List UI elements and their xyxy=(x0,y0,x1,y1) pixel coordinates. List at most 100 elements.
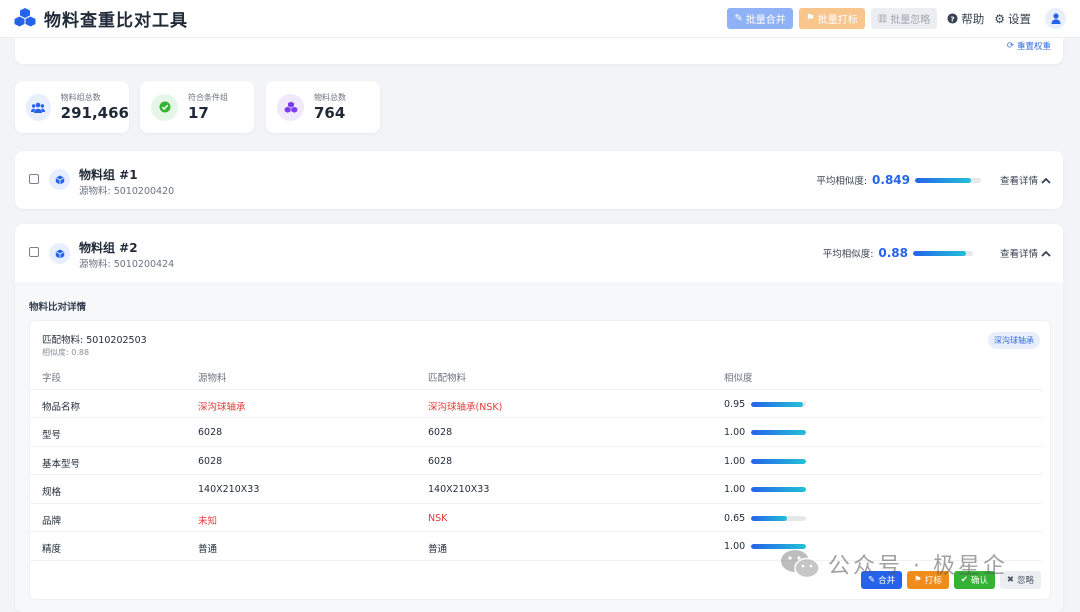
batch-merge-label: 批量合并 xyxy=(745,15,786,26)
match-cell: 6028 xyxy=(428,427,453,438)
source-cell: 6028 xyxy=(198,455,223,467)
table-header-row: 字段 源物料 匹配物料 相似度 xyxy=(30,361,1042,390)
similarity-fill xyxy=(751,515,787,521)
group-header[interactable]: 物料组 #1 源物料: 5010200420 平均相似度: 0.849 查看详情 xyxy=(15,151,1063,209)
similarity-fill xyxy=(751,430,807,435)
avg-similarity-bar xyxy=(913,250,973,256)
group-title: 物料组 #1 xyxy=(79,168,138,182)
similarity-bar xyxy=(751,430,807,435)
filter-panel: ⟳ 重置权重 xyxy=(15,38,1063,64)
match-similarity: 相似度: 0.88 xyxy=(42,348,90,357)
app-title: 物料查重比对工具 xyxy=(44,11,188,31)
batch-tag-label: 批量打标 xyxy=(817,15,858,26)
batch-ignore-button[interactable]: ▥ 批量忽略 xyxy=(870,8,938,29)
confirm-button[interactable]: ✔ 确认 xyxy=(953,571,995,589)
view-details-label: 查看详情 xyxy=(999,249,1038,260)
tag-icon: ⚑ xyxy=(805,13,815,24)
similarity-cell: 1.00 xyxy=(724,484,807,495)
field-cell: 精度 xyxy=(42,544,62,555)
ignore-button[interactable]: ✖ 忽略 xyxy=(999,571,1041,589)
source-cell: 未知 xyxy=(198,515,218,527)
similarity-bar xyxy=(751,401,807,407)
avg-similarity-label: 平均相似度: xyxy=(816,176,868,187)
table-row: 型号 6028 6028 1.00 xyxy=(30,418,1042,447)
tag-icon: ⚑ xyxy=(914,575,922,585)
avg-similarity-fill xyxy=(915,177,972,183)
field-cell: 物品名称 xyxy=(42,401,81,413)
avg-similarity-label: 平均相似度: xyxy=(822,249,874,260)
column-header: 相似度 xyxy=(724,373,753,384)
cubes-logo-icon xyxy=(14,7,36,31)
refresh-icon: ⟳ xyxy=(1006,41,1014,51)
stat-label: 物料组总数 xyxy=(60,93,101,102)
avg-similarity: 平均相似度: 0.88 xyxy=(823,246,973,260)
cube-icon xyxy=(49,169,70,190)
field-cell: 型号 xyxy=(42,430,62,441)
stat-card-materials: 物料总数 764 xyxy=(266,81,380,133)
source-cell: 6028 xyxy=(198,427,223,438)
cube-icon xyxy=(49,243,70,264)
stat-value: 17 xyxy=(188,104,209,122)
close-icon: ✖ xyxy=(1006,575,1014,585)
match-cell: 深沟球轴承(NSK) xyxy=(428,401,503,413)
material-group-1: 物料组 #1 源物料: 5010200420 平均相似度: 0.849 查看详情 xyxy=(15,151,1063,209)
question-circle-icon: ? xyxy=(947,13,958,24)
similarity-fill xyxy=(751,544,807,549)
similarity-bar xyxy=(751,544,807,549)
user-avatar[interactable] xyxy=(1045,8,1066,29)
row-actions: ✎ 合并 ⚑ 打标 ✔ 确认 ✖ 忽略 xyxy=(860,571,1041,589)
confirm-label: 确认 xyxy=(970,576,988,586)
chevron-up-icon xyxy=(1041,250,1051,257)
svg-text:?: ? xyxy=(951,14,955,23)
column-header: 匹配物料 xyxy=(428,373,467,384)
similarity-fill xyxy=(751,401,804,407)
help-link[interactable]: ? 帮助 xyxy=(947,11,984,27)
group-header[interactable]: 物料组 #2 源物料: 5010200424 平均相似度: 0.88 查看详情 xyxy=(15,224,1063,282)
comparison-table: 字段 源物料 匹配物料 相似度 物品名称 深沟球轴承 深沟球轴承(NSK) 0.95 型… xyxy=(30,361,1042,561)
similarity-value: 0.95 xyxy=(724,398,746,410)
match-cell: 普通 xyxy=(428,544,448,555)
match-code: 匹配物料: 5010202503 xyxy=(42,335,147,346)
gear-icon: ⚙ xyxy=(994,11,1005,26)
reset-weights-link[interactable]: ⟳ 重置权重 xyxy=(1007,40,1051,52)
stat-value: 764 xyxy=(314,104,346,122)
material-group-2: 物料组 #2 源物料: 5010200424 平均相似度: 0.88 查看详情 … xyxy=(15,224,1063,612)
similarity-value: 1.00 xyxy=(724,541,746,552)
view-details-link[interactable]: 查看详情 xyxy=(1000,173,1051,187)
group-title: 物料组 #2 xyxy=(79,241,138,255)
group-checkbox[interactable] xyxy=(29,174,39,184)
source-cell: 140X210X33 xyxy=(198,484,260,495)
table-row: 物品名称 深沟球轴承 深沟球轴承(NSK) 0.95 xyxy=(30,390,1042,418)
similarity-bar xyxy=(751,458,807,464)
group-checkbox[interactable] xyxy=(29,247,39,257)
table-row: 基本型号 6028 6028 1.00 xyxy=(30,447,1042,475)
similarity-value: 0.65 xyxy=(724,512,746,524)
avg-similarity: 平均相似度: 0.849 xyxy=(816,173,981,187)
view-details-link[interactable]: 查看详情 xyxy=(1000,246,1051,260)
similarity-cell: 1.00 xyxy=(724,427,807,438)
group-source: 源物料: 5010200420 xyxy=(79,186,175,197)
merge-button[interactable]: ✎ 合并 xyxy=(860,571,903,589)
merge-label: 合并 xyxy=(878,576,896,586)
match-cell: NSK xyxy=(428,512,448,524)
match-cell: 6028 xyxy=(428,455,453,467)
user-icon xyxy=(1051,13,1060,24)
settings-link[interactable]: ⚙ 设置 xyxy=(994,11,1031,27)
similarity-cell: 0.65 xyxy=(724,512,807,524)
table-row: 精度 普通 普通 1.00 xyxy=(30,532,1042,561)
similarity-cell: 0.95 xyxy=(724,398,807,410)
avg-similarity-value: 0.849 xyxy=(872,173,910,187)
batch-ignore-label: 批量忽略 xyxy=(890,15,931,26)
batch-tag-button[interactable]: ⚑ 批量打标 xyxy=(798,8,865,29)
similarity-cell: 1.00 xyxy=(724,541,807,552)
stat-value: 291,466 xyxy=(60,104,129,122)
avg-similarity-bar xyxy=(915,177,981,183)
batch-merge-button[interactable]: ✎ 批量合并 xyxy=(727,8,793,29)
users-icon xyxy=(26,93,51,121)
trash-icon: ▥ xyxy=(877,13,888,24)
similarity-value: 1.00 xyxy=(724,455,746,467)
stat-label: 符合条件组 xyxy=(188,93,228,102)
tag-button[interactable]: ⚑ 打标 xyxy=(907,571,949,589)
comparison-title: 物料比对详情 xyxy=(29,302,87,313)
field-cell: 规格 xyxy=(42,487,62,498)
